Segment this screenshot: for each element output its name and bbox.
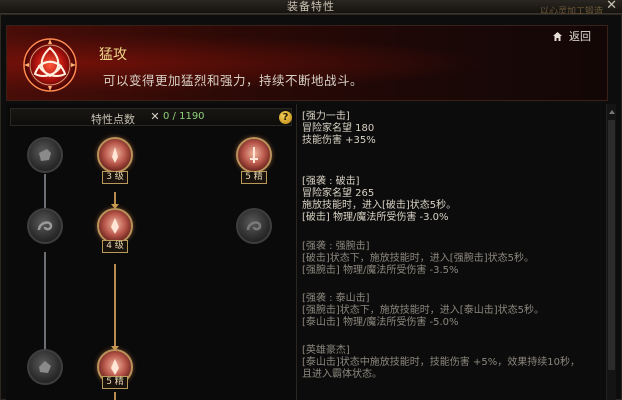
- info-title: [强袭 : 破击]: [302, 176, 360, 187]
- strike-icon: [111, 218, 119, 234]
- scroll-up-icon[interactable]: [609, 110, 615, 114]
- info-line: [强腕击]状态下，施放技能时，进入[泰山击]状态5秒。: [302, 305, 544, 316]
- swirl-icon: [37, 221, 53, 231]
- talent-node-mid-1[interactable]: [97, 137, 133, 173]
- talent-node-mid-2[interactable]: [97, 208, 133, 244]
- info-line: [泰山击]状态中施放技能时，技能伤害 +5%，效果持续10秒，: [302, 357, 580, 368]
- info-block-2: [强袭 : 破击] 冒险家名望 265 施放技能时，进入[破击]状态5秒。 [破…: [302, 176, 456, 224]
- home-icon: [552, 31, 563, 42]
- connector-left-2: [44, 252, 46, 352]
- back-label: 返回: [569, 30, 591, 43]
- fist-icon: [39, 361, 51, 373]
- talent-node-left-2[interactable]: [27, 208, 63, 244]
- info-line: [泰山击] 物理/魔法所受伤害 -5.0%: [302, 317, 459, 328]
- info-scrollbar[interactable]: [606, 104, 616, 400]
- back-button[interactable]: 返回: [552, 28, 591, 44]
- skill-description: 可以变得更加猛烈和强力，持续不断地战斗。: [103, 73, 364, 88]
- talent-badge-right-1: 5 精: [241, 171, 267, 184]
- talent-node-right-1[interactable]: [236, 137, 272, 173]
- talent-node-left-1[interactable]: [27, 137, 63, 173]
- info-line: 且进入霸体状态。: [302, 369, 382, 380]
- info-block-3: [强袭 : 强腕击] [破击]状态下，施放技能时，进入[强腕击]状态5秒。 [强…: [302, 241, 534, 277]
- strike-icon: [111, 359, 119, 375]
- talent-badge-mid-1: 3 级: [102, 171, 128, 184]
- reset-points-button[interactable]: ✕: [148, 110, 162, 124]
- talent-node-right-2[interactable]: [236, 208, 272, 244]
- window-title: 装备特性: [287, 0, 335, 13]
- info-title: [英雄豪杰]: [302, 345, 350, 356]
- scroll-thumb[interactable]: [608, 120, 615, 370]
- info-line: [破击]状态下，施放技能时，进入[强腕击]状态5秒。: [302, 253, 534, 264]
- skill-name: 猛攻: [99, 47, 127, 63]
- info-line: [强腕击] 物理/魔法所受伤害 -3.5%: [302, 265, 459, 276]
- points-label: 特性点数: [91, 113, 135, 126]
- talent-badge-mid-2: 4 级: [102, 240, 128, 253]
- talent-info-panel: [强力一击] 冒险家名望 180 技能伤害 +35% [强袭 : 破击] 冒险家…: [296, 104, 606, 400]
- info-line: 技能伤害 +35%: [302, 135, 376, 146]
- window-titlebar: 装备特性 以心灵加工锻造 ✕: [0, 0, 622, 17]
- triquetra-emblem-icon: [21, 36, 79, 94]
- skill-header: 猛攻 可以变得更加猛烈和强力，持续不断地战斗。 返回: [6, 25, 608, 101]
- connector-mid-2: [114, 264, 116, 354]
- info-block-5: [英雄豪杰] [泰山击]状态中施放技能时，技能伤害 +5%，效果持续10秒， 且…: [302, 345, 580, 381]
- points-bar: 特性点数 ✕ 0 / 1190 ?: [10, 108, 292, 126]
- info-line: 施放技能时，进入[破击]状态5秒。: [302, 200, 457, 211]
- fist-icon: [39, 149, 51, 161]
- info-line: [破击] 物理/魔法所受伤害 -3.0%: [302, 212, 449, 223]
- info-line: 冒险家名望 265: [302, 188, 375, 199]
- connector-mid-3: [114, 392, 116, 400]
- info-block-4: [强袭 : 泰山击] [强腕击]状态下，施放技能时，进入[泰山击]状态5秒。 […: [302, 293, 544, 329]
- info-title: [强袭 : 泰山击]: [302, 293, 370, 304]
- sword-icon: [250, 147, 258, 163]
- talent-badge-mid-3: 5 精: [102, 376, 128, 389]
- talent-tree-panel: 特性点数 ✕ 0 / 1190 ? 3 级 5 精 4 级 5 精: [6, 104, 296, 400]
- talent-node-left-3[interactable]: [27, 349, 63, 385]
- info-title: [强袭 : 强腕击]: [302, 241, 370, 252]
- info-title: [强力一击]: [302, 111, 350, 122]
- info-line: 冒险家名望 180: [302, 123, 375, 134]
- strike-icon: [112, 147, 118, 163]
- close-button[interactable]: ✕: [606, 0, 617, 13]
- points-value: 0 / 1190: [163, 111, 205, 122]
- help-icon[interactable]: ?: [279, 111, 292, 124]
- swirl-icon: [246, 221, 262, 231]
- info-block-1: [强力一击] 冒险家名望 180 技能伤害 +35%: [302, 111, 376, 147]
